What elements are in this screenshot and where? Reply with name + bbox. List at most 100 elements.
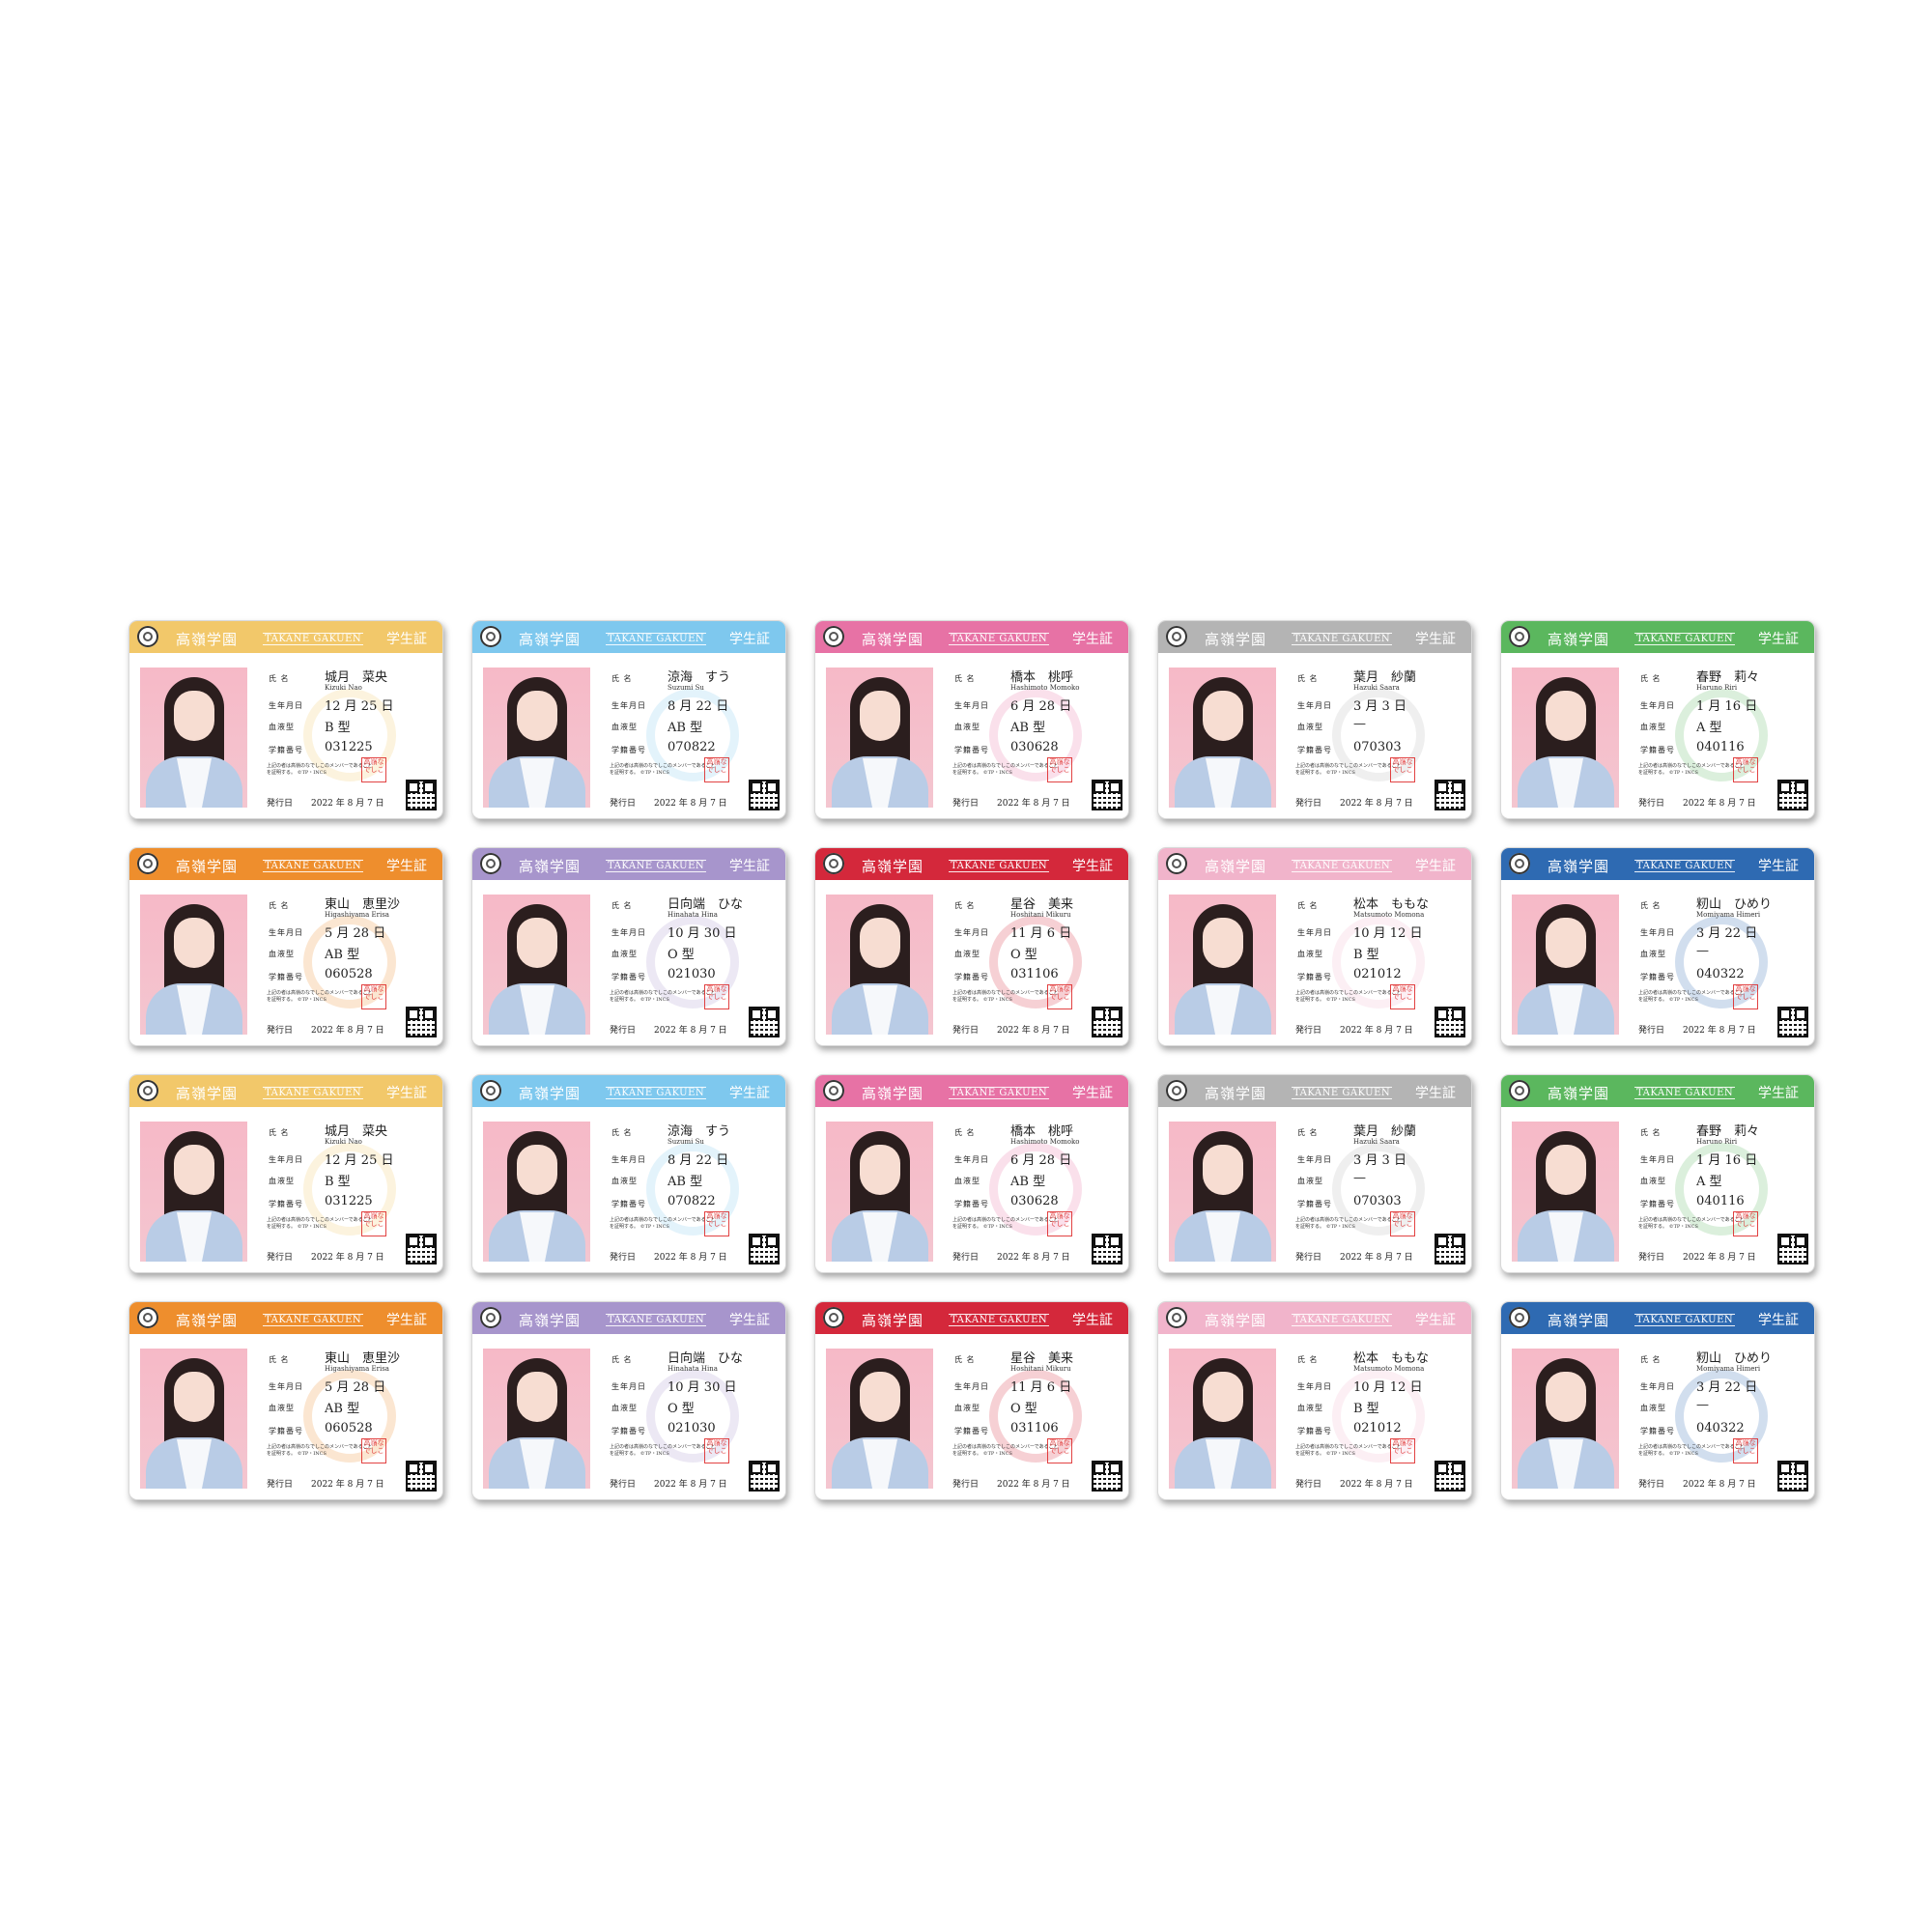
card-title: 学生証 (729, 1313, 770, 1328)
label-birthdate: 生年月日 (1640, 1382, 1675, 1391)
member-student-id: 021012 (1353, 967, 1402, 981)
school-crest-icon (823, 1080, 844, 1101)
label-name: 氏 名 (269, 1355, 290, 1364)
member-student-id: 031106 (1010, 967, 1059, 981)
member-photo (140, 668, 247, 808)
school-name: 高嶺学園 (1205, 1312, 1267, 1329)
member-student-id: 070822 (668, 1194, 716, 1208)
label-birthdate: 生年月日 (1640, 1155, 1675, 1164)
certification-note: 上記の者は高嶺のなでしこのメンバーであることを証明する。 ©TP・INCS (1295, 1217, 1402, 1230)
member-name-roman: Hoshitani Mikuru (1010, 1365, 1071, 1373)
photo-face (1203, 918, 1243, 968)
label-issue-date: 発行日 (1295, 1026, 1322, 1036)
member-student-id: 070303 (1353, 1194, 1402, 1208)
label-issue-date: 発行日 (1295, 1480, 1322, 1490)
label-blood-type: 血液型 (611, 1177, 638, 1185)
label-name: 氏 名 (1640, 674, 1662, 683)
student-id-card: 高嶺学園 TAKANE GAKUEN 学生証氏 名 涼海 すう Suzumi Su 生年月… (471, 620, 786, 819)
member-blood-type: A 型 (1696, 1175, 1722, 1189)
qr-code-icon (1777, 1007, 1808, 1037)
seal-stamp: 高嶺なでしこ (361, 1438, 386, 1463)
photo-face (860, 691, 900, 741)
school-crest-icon (1509, 1307, 1530, 1328)
card-header-band: 高嶺学園 TAKANE GAKUEN 学生証 (1501, 621, 1814, 653)
school-crest-icon (1509, 853, 1530, 874)
member-birthdate: 11 月 6 日 (1010, 926, 1072, 941)
label-birthdate: 生年月日 (954, 1382, 989, 1391)
school-name-roman: TAKANE GAKUEN (1634, 1314, 1736, 1326)
issue-date: 2022 年 8 月 7 日 (311, 1480, 384, 1490)
school-crest-icon (823, 1307, 844, 1328)
member-blood-type: AB 型 (1010, 721, 1046, 735)
student-id-card: 高嶺学園 TAKANE GAKUEN 学生証氏 名 葉月 紗蘭 Hazuki Saara… (1157, 1074, 1472, 1273)
student-id-card: 高嶺学園 TAKANE GAKUEN 学生証氏 名 東山 恵里沙 Higashiyama… (128, 1301, 443, 1500)
member-name-roman: Matsumoto Momona (1353, 1365, 1425, 1373)
card-title: 学生証 (1415, 632, 1456, 647)
qr-code-icon (749, 1461, 780, 1492)
card-header-band: 高嶺学園 TAKANE GAKUEN 学生証 (129, 1302, 442, 1334)
school-name: 高嶺学園 (1548, 858, 1610, 875)
seal-stamp: 高嶺なでしこ (704, 757, 729, 782)
label-birthdate: 生年月日 (269, 701, 303, 710)
label-student-id: 学籍番号 (611, 973, 646, 981)
student-id-card: 高嶺学園 TAKANE GAKUEN 学生証氏 名 城月 菜央 Kizuki Nao 生年… (128, 1074, 443, 1273)
label-issue-date: 発行日 (1638, 1026, 1665, 1036)
school-name-roman: TAKANE GAKUEN (1292, 860, 1393, 872)
label-name: 氏 名 (954, 1355, 976, 1364)
school-name-roman: TAKANE GAKUEN (263, 1314, 364, 1326)
card-header-band: 高嶺学園 TAKANE GAKUEN 学生証 (472, 848, 785, 880)
qr-code-icon (406, 1007, 437, 1037)
school-name: 高嶺学園 (519, 858, 582, 875)
card-header-band: 高嶺学園 TAKANE GAKUEN 学生証 (129, 1075, 442, 1107)
member-name-roman: Hinahata Hina (668, 911, 718, 919)
label-student-id: 学籍番号 (1297, 1200, 1332, 1208)
school-crest-icon (480, 1080, 501, 1101)
member-blood-type: A 型 (1696, 721, 1722, 735)
certification-note: 上記の者は高嶺のなでしこのメンバーであることを証明する。 ©TP・INCS (1638, 990, 1745, 1003)
certification-note: 上記の者は高嶺のなでしこのメンバーであることを証明する。 ©TP・INCS (952, 1444, 1059, 1457)
issue-date: 2022 年 8 月 7 日 (1340, 799, 1413, 809)
label-blood-type: 血液型 (611, 723, 638, 731)
label-blood-type: 血液型 (954, 1177, 980, 1185)
photo-face (860, 1145, 900, 1195)
label-name: 氏 名 (611, 901, 633, 910)
seal-stamp: 高嶺なでしこ (704, 1438, 729, 1463)
member-photo (1169, 1122, 1276, 1262)
card-header-band: 高嶺学園 TAKANE GAKUEN 学生証 (1158, 1075, 1471, 1107)
label-student-id: 学籍番号 (269, 973, 303, 981)
qr-code-icon (1777, 780, 1808, 810)
label-student-id: 学籍番号 (1640, 973, 1675, 981)
label-name: 氏 名 (269, 674, 290, 683)
member-photo (1512, 1122, 1619, 1262)
member-blood-type: — (1696, 1398, 1709, 1412)
seal-stamp: 高嶺なでしこ (1390, 757, 1415, 782)
member-student-id: 070303 (1353, 740, 1402, 754)
photo-face (1203, 1372, 1243, 1422)
seal-stamp: 高嶺なでしこ (361, 984, 386, 1009)
school-crest-icon (137, 853, 158, 874)
photo-face (517, 691, 557, 741)
student-id-card: 高嶺学園 TAKANE GAKUEN 学生証氏 名 涼海 すう Suzumi Su 生年月… (471, 1074, 786, 1273)
qr-code-icon (406, 780, 437, 810)
member-name: 橋本 桃呼 (1010, 670, 1074, 685)
card-header-band: 高嶺学園 TAKANE GAKUEN 学生証 (472, 621, 785, 653)
member-student-id: 060528 (325, 1421, 373, 1435)
qr-code-icon (749, 780, 780, 810)
photo-face (1546, 1372, 1586, 1422)
photo-face (860, 918, 900, 968)
member-student-id: 040322 (1696, 1421, 1745, 1435)
school-name-roman: TAKANE GAKUEN (1292, 1087, 1393, 1099)
member-name-roman: Hazuki Saara (1353, 684, 1400, 692)
member-birthdate: 3 月 22 日 (1696, 1380, 1758, 1395)
member-name-roman: Higashiyama Erisa (325, 1365, 389, 1373)
member-photo (140, 1349, 247, 1489)
member-name-roman: Kizuki Nao (325, 1138, 362, 1146)
label-issue-date: 発行日 (267, 1253, 294, 1263)
member-blood-type: AB 型 (668, 1175, 703, 1189)
school-crest-icon (1166, 1307, 1187, 1328)
qr-code-icon (1092, 780, 1122, 810)
card-title: 学生証 (1758, 1086, 1799, 1101)
certification-note: 上記の者は高嶺のなでしこのメンバーであることを証明する。 ©TP・INCS (267, 763, 373, 776)
photo-face (174, 1145, 214, 1195)
student-id-card: 高嶺学園 TAKANE GAKUEN 学生証氏 名 橋本 桃呼 Hashimoto Mo… (814, 1074, 1129, 1273)
